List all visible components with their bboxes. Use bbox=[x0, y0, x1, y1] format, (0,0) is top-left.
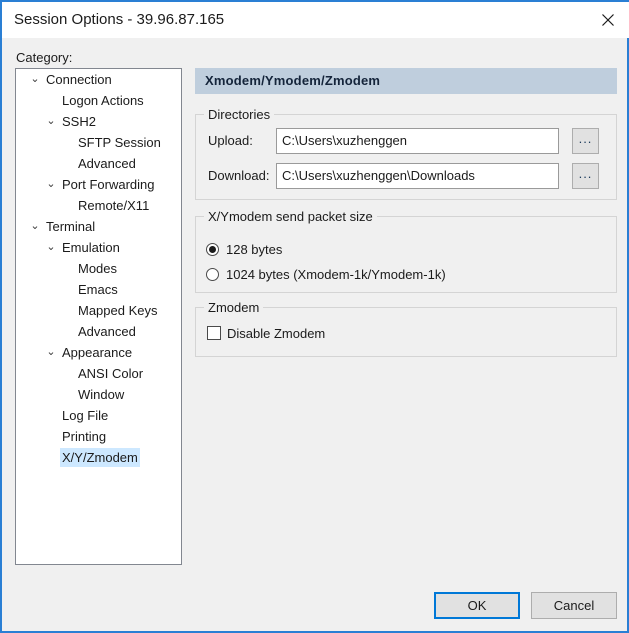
category-label: Category: bbox=[16, 50, 72, 65]
tree-item-modes[interactable]: Modes bbox=[16, 258, 181, 279]
tree-item-label: Emulation bbox=[60, 238, 122, 257]
tree-item-ssh2[interactable]: ⌄SSH2 bbox=[16, 111, 181, 132]
window-title: Session Options - 39.96.87.165 bbox=[14, 11, 224, 28]
cancel-button[interactable]: Cancel bbox=[531, 592, 617, 619]
tree-item-ansi-color[interactable]: ANSI Color bbox=[16, 363, 181, 384]
ellipsis-icon: ... bbox=[579, 169, 593, 179]
tree-item-label: Modes bbox=[76, 259, 119, 278]
tree-item-terminal[interactable]: ⌄Terminal bbox=[16, 216, 181, 237]
radio-packet-128[interactable]: 128 bytes bbox=[206, 239, 282, 259]
chevron-down-icon[interactable]: ⌄ bbox=[28, 69, 42, 90]
tree-item-label: Advanced bbox=[76, 322, 138, 341]
radio-packet-1024-label: 1024 bytes (Xmodem-1k/Ymodem-1k) bbox=[226, 267, 446, 282]
tree-item-label: ANSI Color bbox=[76, 364, 145, 383]
tree-item-emulation[interactable]: ⌄Emulation bbox=[16, 237, 181, 258]
chevron-down-icon[interactable]: ⌄ bbox=[44, 342, 58, 363]
close-icon[interactable] bbox=[585, 2, 629, 38]
chevron-down-icon[interactable]: ⌄ bbox=[44, 174, 58, 195]
title-bar: Session Options - 39.96.87.165 bbox=[2, 0, 629, 38]
tree-item-label: Terminal bbox=[44, 217, 97, 236]
tree-item-label: SSH2 bbox=[60, 112, 98, 131]
upload-path-input[interactable]: C:\Users\xuzhenggen bbox=[276, 128, 559, 154]
session-options-dialog: Session Options - 39.96.87.165 Category:… bbox=[0, 0, 629, 633]
ok-button[interactable]: OK bbox=[434, 592, 520, 619]
chevron-down-icon[interactable]: ⌄ bbox=[28, 216, 42, 237]
upload-browse-button[interactable]: ... bbox=[572, 128, 599, 154]
disable-zmodem-label: Disable Zmodem bbox=[227, 326, 325, 341]
tree-item-label: Advanced bbox=[76, 154, 138, 173]
tree-item-label: Mapped Keys bbox=[76, 301, 160, 320]
tree-item-mapped-keys[interactable]: Mapped Keys bbox=[16, 300, 181, 321]
ellipsis-icon: ... bbox=[579, 134, 593, 144]
tree-item-label: Connection bbox=[44, 70, 114, 89]
tree-item-label: Port Forwarding bbox=[60, 175, 156, 194]
tree-item-sftp-session[interactable]: SFTP Session bbox=[16, 132, 181, 153]
tree-item-advanced[interactable]: Advanced bbox=[16, 153, 181, 174]
download-browse-button[interactable]: ... bbox=[572, 163, 599, 189]
tree-item-advanced[interactable]: Advanced bbox=[16, 321, 181, 342]
download-label: Download: bbox=[208, 166, 269, 186]
tree-item-label: Printing bbox=[60, 427, 108, 446]
tree-item-label: Logon Actions bbox=[60, 91, 146, 110]
chevron-down-icon[interactable]: ⌄ bbox=[44, 237, 58, 258]
chevron-down-icon[interactable]: ⌄ bbox=[44, 111, 58, 132]
tree-item-label: Window bbox=[76, 385, 126, 404]
tree-item-label: Emacs bbox=[76, 280, 120, 299]
tree-item-remote-x11[interactable]: Remote/X11 bbox=[16, 195, 181, 216]
packet-size-legend: X/Ymodem send packet size bbox=[204, 209, 377, 224]
radio-packet-1024[interactable]: 1024 bytes (Xmodem-1k/Ymodem-1k) bbox=[206, 264, 446, 284]
tree-item-port-forwarding[interactable]: ⌄Port Forwarding bbox=[16, 174, 181, 195]
tree-item-label: Appearance bbox=[60, 343, 134, 362]
tree-item-printing[interactable]: Printing bbox=[16, 426, 181, 447]
tree-item-appearance[interactable]: ⌄Appearance bbox=[16, 342, 181, 363]
tree-item-log-file[interactable]: Log File bbox=[16, 405, 181, 426]
download-path-input[interactable]: C:\Users\xuzhenggen\Downloads bbox=[276, 163, 559, 189]
category-tree[interactable]: ⌄ConnectionLogon Actions⌄SSH2SFTP Sessio… bbox=[15, 68, 182, 565]
tree-item-label: Remote/X11 bbox=[76, 196, 151, 215]
tree-item-window[interactable]: Window bbox=[16, 384, 181, 405]
radio-checked-icon bbox=[206, 243, 219, 256]
tree-item-x-y-zmodem[interactable]: X/Y/Zmodem bbox=[16, 447, 181, 468]
tree-item-label: Log File bbox=[60, 406, 110, 425]
panel-header: Xmodem/Ymodem/Zmodem bbox=[195, 68, 617, 94]
tree-item-logon-actions[interactable]: Logon Actions bbox=[16, 90, 181, 111]
panel-header-label: Xmodem/Ymodem/Zmodem bbox=[205, 73, 380, 88]
disable-zmodem-checkbox[interactable]: Disable Zmodem bbox=[207, 324, 325, 342]
upload-label: Upload: bbox=[208, 131, 253, 151]
tree-item-connection[interactable]: ⌄Connection bbox=[16, 69, 181, 90]
tree-item-label: SFTP Session bbox=[76, 133, 163, 152]
radio-unchecked-icon bbox=[206, 268, 219, 281]
tree-item-label: X/Y/Zmodem bbox=[60, 448, 140, 467]
radio-packet-128-label: 128 bytes bbox=[226, 242, 282, 257]
zmodem-legend: Zmodem bbox=[204, 300, 263, 315]
checkbox-unchecked-icon bbox=[207, 326, 221, 340]
directories-legend: Directories bbox=[204, 107, 274, 122]
tree-item-emacs[interactable]: Emacs bbox=[16, 279, 181, 300]
